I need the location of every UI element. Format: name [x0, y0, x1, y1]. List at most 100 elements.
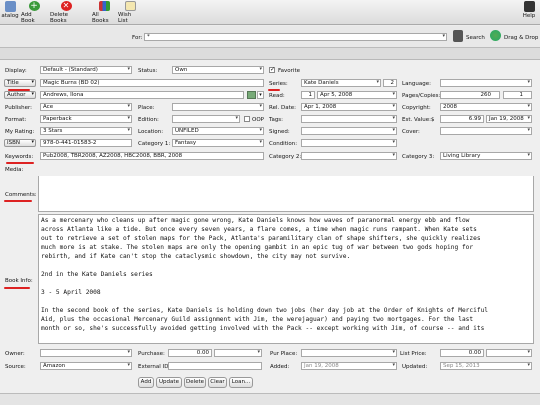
series-number-input[interactable]: 2: [383, 79, 397, 87]
add-button[interactable]: Add: [138, 377, 154, 388]
wish-list-button[interactable]: Wish List: [118, 1, 142, 24]
updated-label: Updated:: [402, 364, 428, 370]
favorite-checkbox[interactable]: ✓: [269, 66, 275, 73]
author-field-button[interactable]: Author: [4, 91, 36, 99]
bookinfo-line: out to retrieve a set of stolen maps for…: [41, 235, 481, 242]
bookinfo-line: much more is at stake. The stolen maps a…: [41, 244, 474, 251]
red-underline: [4, 287, 30, 289]
keywords-input[interactable]: Pub2008, TBR2008, AZ2008, HBC2008, BBR, …: [40, 152, 264, 160]
listprice-input[interactable]: 0.00: [440, 349, 484, 357]
bookinfo-line: across Atlanta like a tide. But once eve…: [41, 226, 477, 233]
copyright-select[interactable]: 2008: [440, 103, 532, 111]
rating-label: My Rating:: [5, 129, 35, 135]
estvalue-input[interactable]: 6.99: [440, 115, 484, 123]
bookinfo-line: 3 - 5 April 2008: [41, 289, 101, 296]
tags-label: Tags:: [269, 117, 284, 123]
bookinfo-line: Aid, plus the occasional Mercenary Guild…: [41, 316, 474, 323]
delete-button[interactable]: Delete: [184, 377, 206, 388]
cover-select[interactable]: [440, 127, 532, 135]
splitter[interactable]: [0, 48, 540, 60]
all-books-button[interactable]: All Books: [92, 1, 116, 24]
drag-drop-button[interactable]: Drag & Drop: [504, 35, 538, 41]
bookinfo-line: [41, 261, 531, 270]
favorite-label: Favorite: [278, 68, 300, 74]
language-select[interactable]: [440, 79, 532, 87]
search-icon[interactable]: [453, 30, 463, 42]
read-label: Read:: [269, 93, 285, 99]
updated-date: Sep 15, 2013: [440, 362, 532, 370]
catalog-icon: [4, 1, 16, 12]
bookinfo-line: 2nd in the Kate Daniels series: [41, 271, 153, 278]
reldate-label: Rel. Date:: [269, 105, 296, 111]
bookinfo-label: Book Info:: [5, 278, 33, 284]
isbn-field-button[interactable]: ISBN: [4, 139, 36, 147]
signed-select[interactable]: [301, 127, 397, 135]
owner-label: Owner:: [5, 351, 25, 357]
category2-label: Category 2:: [269, 154, 302, 160]
title-field-button[interactable]: Title: [4, 79, 36, 87]
rating-select[interactable]: 3 Stars: [40, 127, 132, 135]
help-icon: [523, 1, 535, 12]
edition-select[interactable]: [172, 115, 240, 123]
add-book-button[interactable]: + Add Book: [21, 1, 47, 24]
series-select[interactable]: Kate Daniels: [301, 79, 381, 87]
bookinfo-textarea[interactable]: As a mercenary who cleans up after magic…: [38, 214, 534, 344]
purchase-date-select[interactable]: [214, 349, 262, 357]
place-select[interactable]: [172, 103, 264, 111]
listprice-date-select[interactable]: [486, 349, 532, 357]
language-label: Language:: [402, 81, 431, 87]
display-label: Display:: [5, 68, 27, 74]
source-select[interactable]: Amazon: [40, 362, 132, 370]
category1-label: Category 1:: [138, 141, 171, 147]
pages-label: Pages/Copies:: [402, 93, 441, 99]
tags-select[interactable]: [301, 115, 397, 123]
status-select[interactable]: Own: [172, 66, 264, 74]
category3-label: Category 3:: [402, 154, 435, 160]
estvalue-date-select[interactable]: Jan 19, 2008: [486, 115, 532, 123]
externalid-label: External ID:: [138, 364, 171, 370]
author-input[interactable]: Andrews, Ilona: [40, 91, 244, 99]
added-date: Jan 19, 2008: [301, 362, 397, 370]
status-bar: [0, 393, 540, 405]
read-date-select[interactable]: Apr 5, 2008: [317, 91, 397, 99]
title-input[interactable]: Magic Burns (BD 02): [40, 79, 264, 87]
purchase-label: Purchase:: [138, 351, 165, 357]
bookinfo-line: month or so, she's successfully avoided …: [41, 325, 485, 332]
location-label: Location:: [138, 129, 164, 135]
loan-button[interactable]: Loan...: [229, 377, 253, 388]
delete-books-button[interactable]: ✕ Delete Books: [50, 1, 82, 24]
category3-select[interactable]: Living Library: [440, 152, 532, 160]
owner-select[interactable]: [40, 349, 132, 357]
format-select[interactable]: Paperback: [40, 115, 132, 123]
display-select[interactable]: Default - (Standard): [40, 66, 132, 74]
purplace-select[interactable]: [301, 349, 397, 357]
category1-select[interactable]: Fantasy: [172, 139, 264, 147]
location-select[interactable]: UNFILED: [172, 127, 264, 135]
publisher-label: Publisher:: [5, 105, 33, 111]
externalid-input[interactable]: [168, 362, 262, 370]
isbn-input[interactable]: 978-0-441-01583-2: [40, 139, 132, 147]
help-button[interactable]: Help: [520, 1, 538, 24]
purchase-input[interactable]: 0.00: [168, 349, 212, 357]
delete-icon: ✕: [60, 1, 72, 11]
pages-input[interactable]: 260: [440, 91, 500, 99]
reldate-select[interactable]: Apr 1, 2008: [301, 103, 397, 111]
author-dropdown[interactable]: ▾: [257, 91, 264, 99]
read-count-input[interactable]: 1: [301, 91, 315, 99]
copies-input[interactable]: 1: [503, 91, 532, 99]
oop-checkbox[interactable]: [244, 116, 250, 122]
for-label: For:: [132, 35, 143, 41]
update-button[interactable]: Update: [156, 377, 182, 388]
category2-select[interactable]: [301, 152, 397, 160]
red-underline: [6, 162, 34, 164]
publisher-select[interactable]: Ace: [40, 103, 132, 111]
search-button[interactable]: Search: [466, 35, 485, 41]
condition-select[interactable]: [301, 139, 397, 147]
author-lookup-icon[interactable]: [247, 91, 256, 99]
catalog-button[interactable]: atalog: [0, 1, 20, 24]
clear-button[interactable]: Clear: [208, 377, 227, 388]
place-label: Place:: [138, 105, 155, 111]
search-input[interactable]: *: [144, 33, 447, 41]
drag-drop-icon[interactable]: [490, 30, 501, 41]
source-label: Source:: [5, 364, 26, 370]
